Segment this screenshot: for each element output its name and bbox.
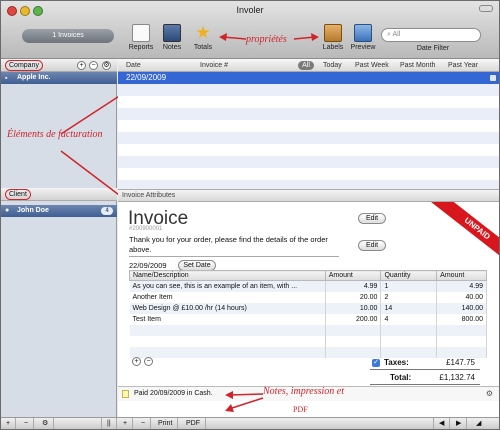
- filter-past-month[interactable]: Past Month: [400, 59, 435, 72]
- item-description: Web Design @ £10.00 /hr (14 hours): [129, 302, 326, 314]
- preview-button[interactable]: Preview: [349, 24, 377, 51]
- invoice-message: Thank you for your order, please find th…: [129, 235, 328, 254]
- line-items-table: Name/Description Amount Quantity Amount …: [129, 270, 487, 358]
- search-field[interactable]: ⌕ All: [381, 28, 481, 42]
- preview-icon: [354, 24, 372, 42]
- taxes-label: Taxes:: [384, 358, 409, 367]
- labels-label: Labels: [322, 44, 344, 51]
- annotation-arrows-side: [60, 87, 129, 205]
- item-quantity: 1: [380, 280, 438, 292]
- item-quantity: 2: [380, 291, 438, 303]
- invoice-row-date: 22/09/2009: [126, 73, 167, 82]
- table-row[interactable]: Another Item 20.00 2 40.00: [129, 291, 487, 303]
- unpaid-ribbon-label: UNPAID: [429, 202, 499, 262]
- toolbar: Involer 1 Invoices Reports Notes ★ Total…: [1, 1, 499, 59]
- table-row[interactable]: As you can see, this is an example of an…: [129, 280, 487, 292]
- item-total: 800.00: [436, 313, 487, 325]
- remove-item-button[interactable]: −: [144, 357, 153, 366]
- column-description[interactable]: Name/Description: [129, 270, 326, 281]
- labels-button[interactable]: Labels: [319, 24, 347, 51]
- column-quantity[interactable]: Quantity: [380, 270, 438, 281]
- invoice-row[interactable]: 22/09/2009: [118, 72, 499, 84]
- item-quantity: 14: [380, 302, 438, 314]
- annotation-arrows-bottom: [225, 391, 264, 412]
- table-row[interactable]: Test Item 200.00 4 800.00: [129, 313, 487, 325]
- edit-message-button[interactable]: Edit: [358, 240, 386, 251]
- sidebar-settings-button[interactable]: ⚙: [37, 418, 55, 429]
- item-amount: 10.00: [325, 302, 382, 314]
- row-status-icon: [490, 75, 496, 81]
- item-total: 140.00: [436, 302, 487, 314]
- unpaid-ribbon: UNPAID: [418, 202, 499, 262]
- invoice-list-header: Date Invoice # All Today Past Week Past …: [118, 59, 499, 72]
- pdf-button[interactable]: PDF: [181, 418, 206, 429]
- item-quantity: 4: [380, 313, 438, 325]
- preview-label: Preview: [350, 44, 376, 51]
- item-amount: 20.00: [325, 291, 382, 303]
- table-row-empty: [129, 335, 487, 347]
- sidebar-add-button[interactable]: +: [1, 418, 17, 429]
- edit-heading-button[interactable]: Edit: [358, 213, 386, 224]
- item-amount: 200.00: [325, 313, 382, 325]
- search-input[interactable]: All: [392, 31, 400, 38]
- filter-past-week[interactable]: Past Week: [355, 59, 389, 72]
- sidebar-remove-button[interactable]: −: [19, 418, 35, 429]
- invoice-attributes-bar: Invoice Attributes: [118, 189, 499, 202]
- taxes-checkbox[interactable]: ✓: [372, 359, 380, 367]
- item-description: As you can see, this is an example of an…: [129, 280, 326, 292]
- next-arrow-icon[interactable]: ▶: [451, 418, 468, 429]
- previous-arrow-icon[interactable]: ◀: [433, 418, 451, 429]
- search-icon: ⌕: [387, 31, 391, 38]
- table-row-empty: [129, 324, 487, 336]
- invoice-date: 22/09/2009: [129, 261, 167, 270]
- column-line-amount[interactable]: Amount: [436, 270, 487, 281]
- taxes-value: £147.75: [446, 358, 475, 367]
- print-button[interactable]: Print: [153, 418, 179, 429]
- message-divider: [129, 256, 339, 257]
- filter-today[interactable]: Today: [323, 59, 342, 72]
- date-filter-label: Date Filter: [416, 45, 450, 52]
- column-unit-amount[interactable]: Amount: [324, 270, 382, 281]
- column-date[interactable]: Date: [126, 59, 141, 72]
- bottom-bar: + − ⚙ || + − Print PDF ◀ ▶ ◢: [1, 417, 499, 429]
- item-total: 40.00: [436, 291, 487, 303]
- column-invoice-number[interactable]: Invoice #: [200, 59, 228, 72]
- add-item-button[interactable]: +: [132, 357, 141, 366]
- totals-divider: [370, 369, 480, 370]
- filter-all[interactable]: All: [298, 61, 314, 70]
- item-total: 4.99: [436, 280, 487, 292]
- resize-grip-icon[interactable]: ◢: [471, 418, 486, 429]
- item-description: Another Item: [129, 291, 326, 303]
- app-window: Involer 1 Invoices Reports Notes ★ Total…: [0, 0, 500, 430]
- remove-invoice-button[interactable]: −: [136, 418, 152, 429]
- resize-handle-icon[interactable]: ||: [101, 418, 117, 429]
- labels-icon: [324, 24, 342, 42]
- main-pane: Date Invoice # All Today Past Week Past …: [118, 59, 499, 417]
- invoice-list: [118, 72, 499, 189]
- invoice-number: #200900001: [129, 226, 163, 232]
- table-row-empty: [129, 346, 487, 358]
- item-description: Test Item: [129, 313, 326, 325]
- add-invoice-button[interactable]: +: [118, 418, 134, 429]
- filter-past-year[interactable]: Past Year: [448, 59, 478, 72]
- item-amount: 4.99: [325, 280, 382, 292]
- table-row[interactable]: Web Design @ £10.00 /hr (14 hours) 10.00…: [129, 302, 487, 314]
